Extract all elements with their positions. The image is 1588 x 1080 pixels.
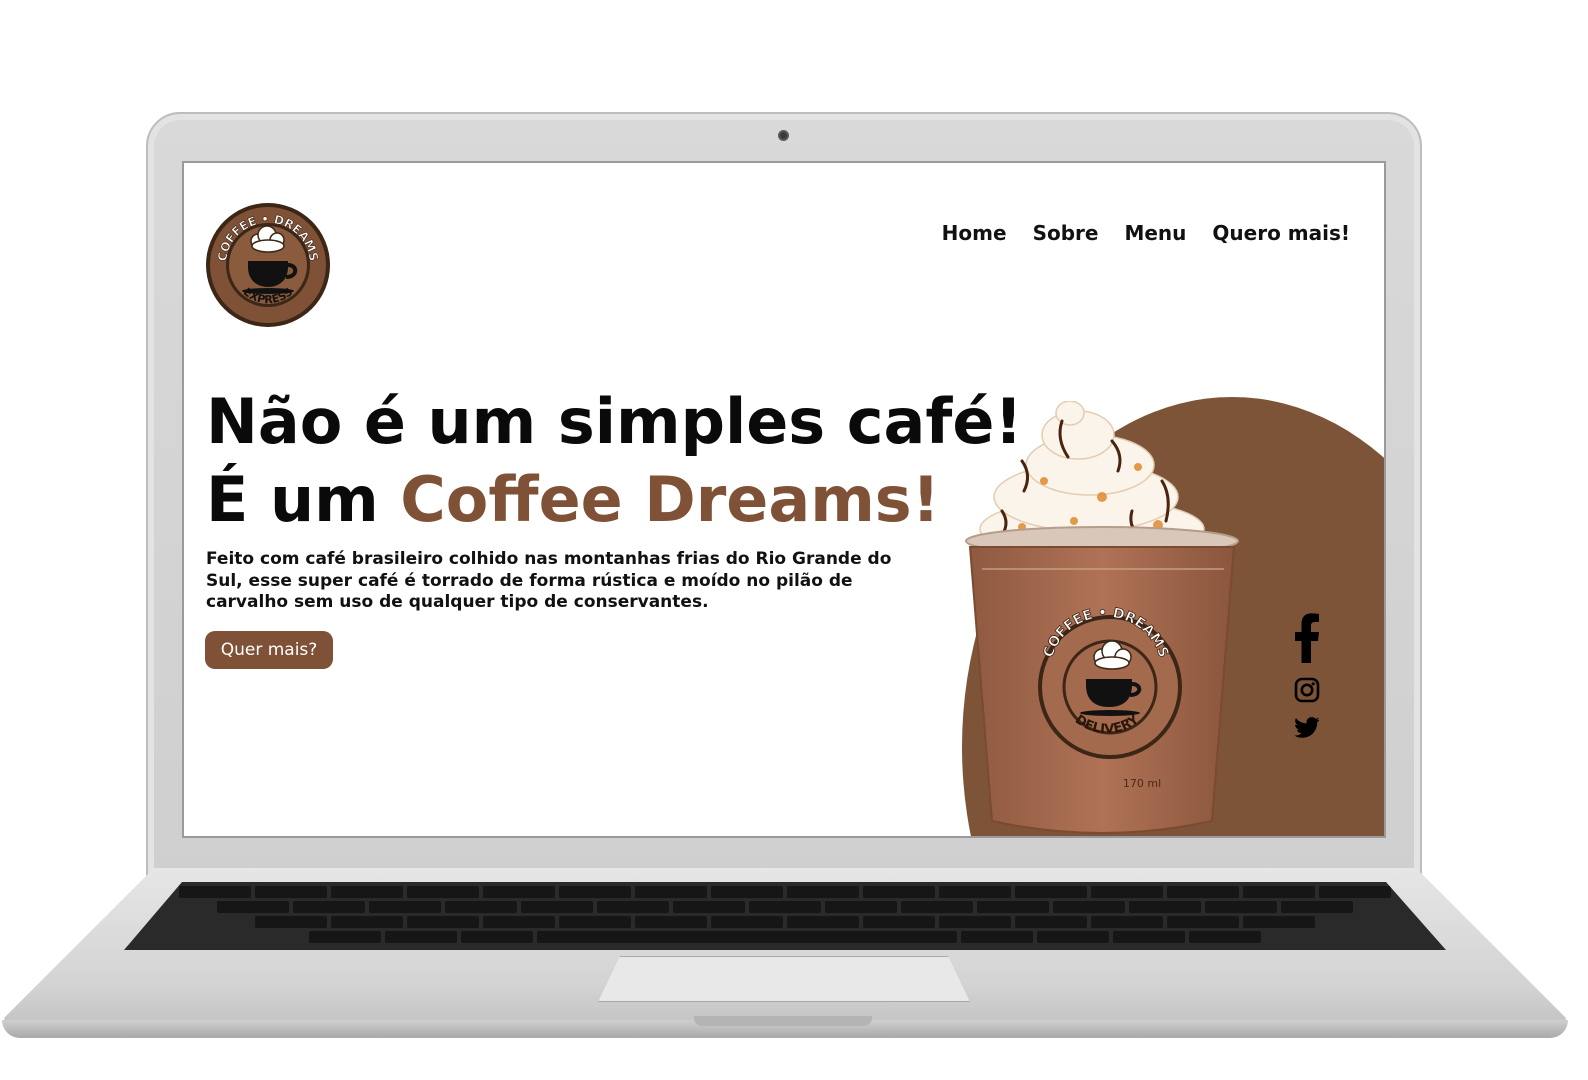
nav-quero-mais[interactable]: Quero mais! <box>1212 221 1350 245</box>
headline-line-2-prefix: É um <box>206 463 401 536</box>
hero-description: Feito com café brasileiro colhido nas mo… <box>206 549 892 612</box>
product-drink-image: COFFEE • DREAMS DELIVERY 170 ml <box>965 401 1239 834</box>
svg-text:170 ml: 170 ml <box>1123 777 1161 790</box>
nav-menu[interactable]: Menu <box>1124 221 1186 245</box>
headline-line-1: Não é um simples café! <box>206 385 1023 458</box>
hero-headline: Não é um simples café! É um Coffee Dream… <box>206 383 1023 539</box>
webcam <box>778 130 789 141</box>
laptop-screen: COFFEE • DREAMS EXPRESS Home Sobre Menu … <box>182 161 1386 838</box>
quer-mais-button[interactable]: Quer mais? <box>205 631 333 669</box>
coffee-dreams-logo[interactable]: COFFEE • DREAMS EXPRESS <box>204 201 332 329</box>
nav-home[interactable]: Home <box>942 221 1007 245</box>
instagram-icon[interactable] <box>1294 677 1320 703</box>
twitter-icon[interactable] <box>1294 717 1320 739</box>
nav-sobre[interactable]: Sobre <box>1033 221 1099 245</box>
social-links <box>1290 613 1324 739</box>
main-nav: Home Sobre Menu Quero mais! <box>942 221 1350 245</box>
keyboard <box>124 882 1446 950</box>
headline-brand: Coffee Dreams! <box>400 463 940 536</box>
facebook-icon[interactable] <box>1294 613 1320 663</box>
laptop-notch <box>694 1016 872 1026</box>
trackpad <box>598 956 970 1002</box>
